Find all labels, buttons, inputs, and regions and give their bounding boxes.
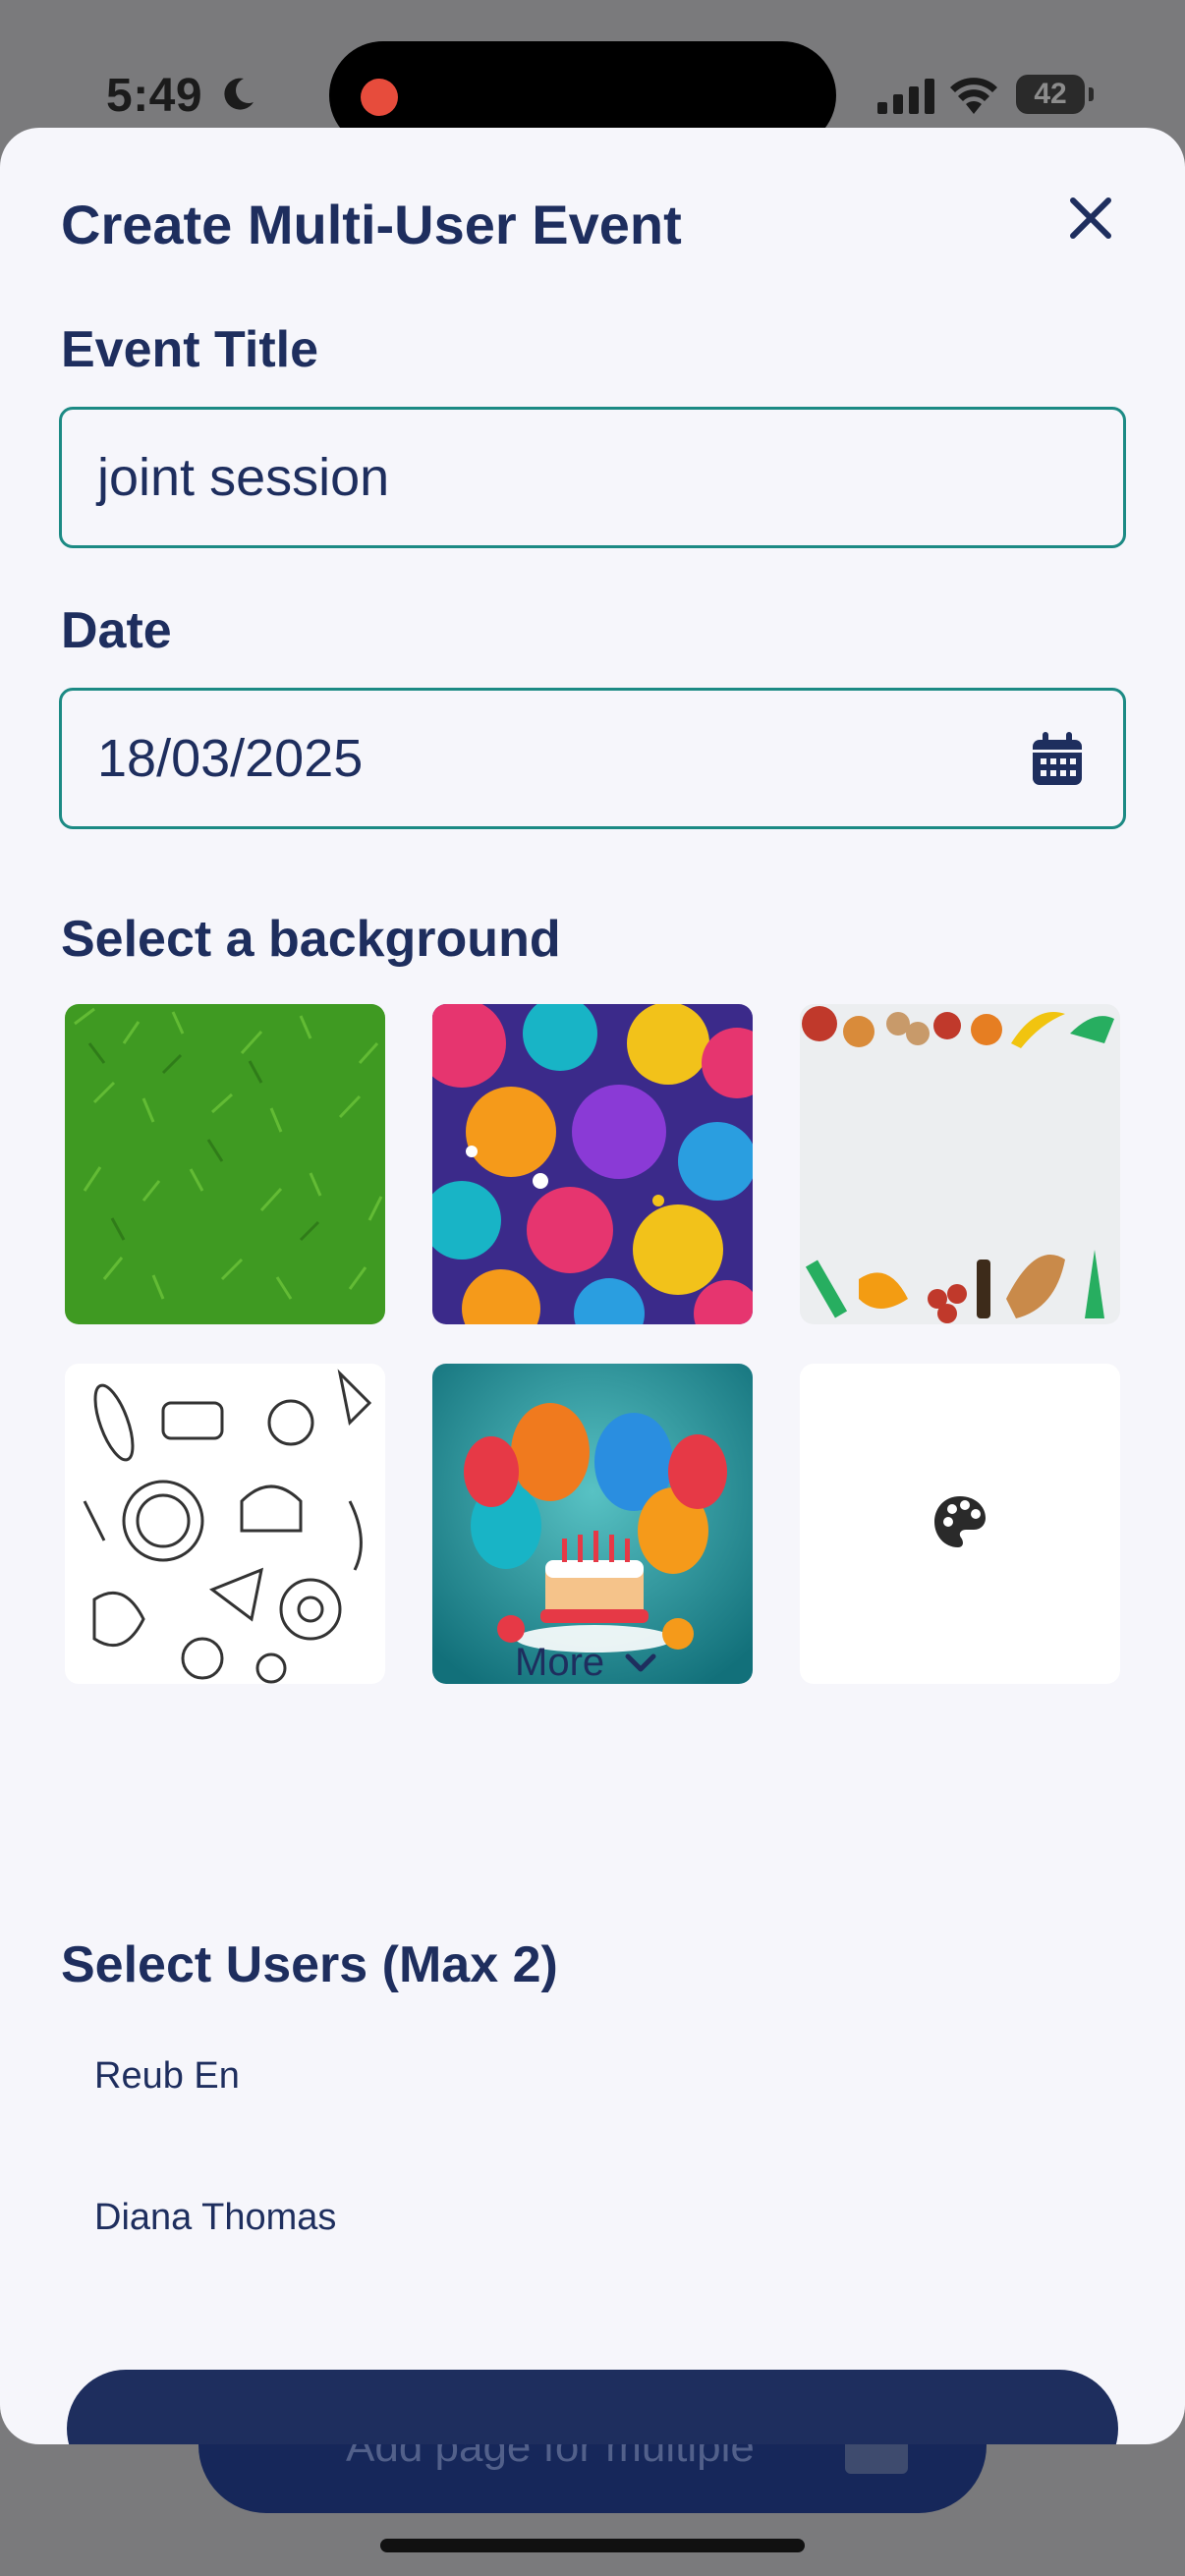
date-value: 18/03/2025: [97, 729, 364, 788]
sheet-title: Create Multi-User Event: [61, 194, 682, 255]
chevron-down-icon: [625, 1653, 656, 1671]
create-event-button[interactable]: [67, 2370, 1118, 2444]
event-title-value: joint session: [97, 448, 390, 507]
user-item-reub-en[interactable]: Reub En: [94, 2055, 240, 2098]
background-option-birthday-cake[interactable]: [432, 1364, 753, 1684]
event-title-input[interactable]: joint session: [59, 407, 1126, 548]
close-icon[interactable]: [1063, 191, 1118, 246]
select-users-label: Select Users (Max 2): [61, 1936, 558, 1993]
event-title-label: Event Title: [61, 321, 319, 378]
status-time: 5:49: [106, 70, 203, 122]
palette-icon: [934, 1496, 986, 1547]
background-option-grass[interactable]: [65, 1004, 385, 1324]
date-label: Date: [61, 602, 172, 659]
birthday-cake-image: [432, 1364, 753, 1684]
background-label: Select a background: [61, 911, 561, 968]
create-event-sheet: Create Multi-User Event Event Title join…: [0, 128, 1185, 2444]
date-input[interactable]: 18/03/2025: [59, 688, 1126, 829]
calendar-icon[interactable]: [1031, 732, 1084, 787]
balloons-image: [432, 1004, 753, 1324]
background-option-vegetables[interactable]: [800, 1004, 1120, 1324]
battery-icon: 42: [1016, 75, 1094, 114]
moon-icon: [224, 78, 254, 110]
background-option-food-doodles[interactable]: [65, 1364, 385, 1684]
more-label: More: [515, 1641, 605, 1684]
grass-image: [65, 1004, 385, 1324]
recording-indicator-icon: [361, 79, 398, 116]
background-option-custom[interactable]: [800, 1364, 1120, 1684]
wifi-icon: [950, 78, 997, 114]
cellular-signal-icon: [877, 79, 934, 114]
more-button[interactable]: More: [515, 1641, 657, 1685]
home-indicator[interactable]: [380, 2539, 805, 2552]
food-doodles-image: [65, 1364, 385, 1684]
vegetables-image: [800, 1004, 1120, 1324]
background-option-balloons[interactable]: [432, 1004, 753, 1324]
user-item-diana-thomas[interactable]: Diana Thomas: [94, 2197, 336, 2239]
